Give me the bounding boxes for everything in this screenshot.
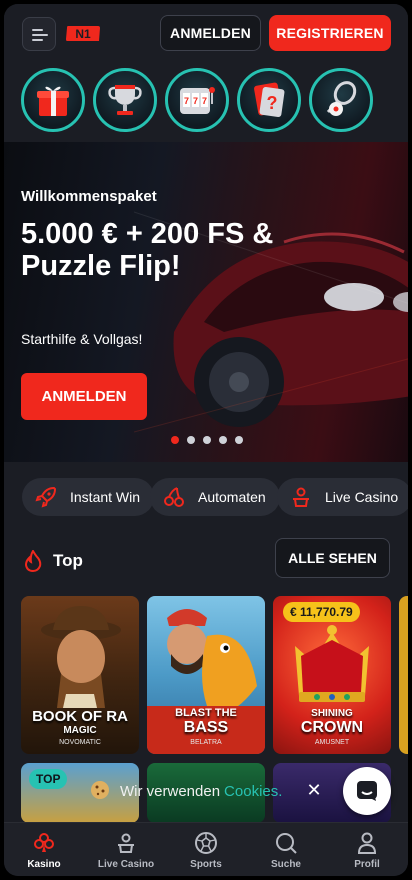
- game-provider: NOVOMATIC: [59, 739, 101, 746]
- hero-kicker: Willkommenspaket: [21, 188, 157, 205]
- game-title: BOOK OF RA: [32, 708, 128, 725]
- carousel-dot[interactable]: [171, 436, 179, 444]
- story-sports[interactable]: [309, 68, 373, 132]
- game-tile-book-of-ra[interactable]: BOOK OF RA MAGIC NOVOMATIC: [21, 596, 139, 754]
- svg-text:?: ?: [267, 93, 278, 113]
- bottom-nav: Kasino Live Casino Sports Suche Profil: [4, 822, 408, 876]
- game-subtitle: BASS: [183, 719, 229, 736]
- carousel-dot[interactable]: [219, 436, 227, 444]
- cookie-icon: [91, 781, 109, 799]
- see-all-button[interactable]: ALLE SEHEN: [275, 538, 390, 578]
- dealer-icon: [293, 487, 309, 507]
- category-automaten[interactable]: Automaten: [150, 478, 280, 516]
- menu-line: [32, 34, 48, 36]
- story-slots[interactable]: 7 7 7: [165, 68, 229, 132]
- category-instant-win[interactable]: Instant Win: [22, 478, 155, 516]
- nav-sports[interactable]: Sports: [176, 823, 236, 876]
- carousel-dots: [171, 436, 243, 444]
- chat-icon: [357, 781, 377, 801]
- cookie-link[interactable]: Cookies.: [224, 783, 282, 800]
- cookie-close-icon[interactable]: ✕: [305, 781, 323, 799]
- flame-icon: [24, 550, 42, 572]
- game-title: SHINING: [311, 708, 353, 719]
- search-icon: [276, 833, 297, 854]
- top-badge: TOP: [29, 769, 68, 789]
- game-subtitle: MAGIC: [63, 725, 97, 736]
- question-card-icon: ?: [254, 82, 285, 118]
- category-live-casino[interactable]: Live Casino: [277, 478, 408, 516]
- story-trophy[interactable]: [93, 68, 157, 132]
- category-label: Live Casino: [325, 489, 399, 505]
- nav-label: Sports: [190, 859, 222, 870]
- game-subtitle: CROWN: [300, 719, 364, 736]
- gift-icon: [37, 86, 69, 116]
- promo-stories: 7 7 7 ?: [4, 62, 408, 142]
- carousel-dot[interactable]: [187, 436, 195, 444]
- register-button[interactable]: REGISTRIEREN: [269, 15, 391, 51]
- nav-label: Kasino: [27, 859, 61, 870]
- hero-cta-button[interactable]: ANMELDEN: [21, 373, 147, 420]
- cookie-notice: Wir verwenden Cookies.: [120, 776, 282, 806]
- game-title: BLAST THE: [175, 707, 237, 719]
- soccer-ball-icon: [195, 832, 217, 854]
- nav-profile[interactable]: Profil: [337, 823, 397, 876]
- svg-text:7: 7: [193, 96, 198, 106]
- hero-title: 5.000 € + 200 FS & Puzzle Flip!: [21, 218, 274, 282]
- nav-label: Suche: [270, 859, 301, 870]
- game-tile-shining-crown[interactable]: € 11,770.79 SHINING CROWN AMUSNET: [273, 596, 391, 754]
- rocket-icon: [35, 486, 57, 508]
- n1-logo[interactable]: N1: [65, 24, 101, 43]
- top-header: N1 ANMELDEN REGISTRIEREN: [4, 4, 408, 62]
- trophy-icon: [108, 85, 142, 115]
- hero-banner[interactable]: Willkommenspaket 5.000 € + 200 FS & Puzz…: [4, 142, 408, 462]
- carousel-dot[interactable]: [203, 436, 211, 444]
- category-label: Instant Win: [70, 489, 141, 505]
- menu-line: [32, 29, 43, 31]
- svg-text:7: 7: [202, 96, 207, 106]
- nav-search[interactable]: Suche: [256, 823, 316, 876]
- app-frame: N1 ANMELDEN REGISTRIEREN 7 7 7 ? Willkom…: [4, 4, 408, 876]
- slot-machine-icon: 7 7 7: [180, 87, 215, 114]
- chat-button[interactable]: [343, 767, 391, 815]
- racket-ball-icon: [326, 81, 357, 116]
- dealer-icon: [118, 833, 134, 853]
- svg-text:7: 7: [184, 96, 189, 106]
- category-label: Automaten: [198, 489, 266, 505]
- user-icon: [357, 832, 377, 854]
- nav-label: Live Casino: [97, 859, 155, 870]
- story-gift[interactable]: [21, 68, 85, 132]
- jackpot-badge: € 11,770.79: [283, 602, 360, 622]
- game-tile-partial[interactable]: [399, 596, 408, 754]
- game-provider: AMUSNET: [314, 739, 350, 746]
- nav-live-casino[interactable]: Live Casino: [90, 823, 162, 876]
- game-tile-blast-the-bass[interactable]: BLAST THE BASS BELATRA: [147, 596, 265, 754]
- cherries-icon: [164, 487, 184, 507]
- nav-label: Profil: [354, 859, 380, 870]
- carousel-dot[interactable]: [235, 436, 243, 444]
- club-icon: [34, 833, 54, 852]
- section-title: Top: [53, 551, 83, 570]
- story-quiz[interactable]: ?: [237, 68, 301, 132]
- category-chips: Instant Win Automaten Live Casino: [4, 474, 408, 520]
- logo-text: N1: [75, 27, 91, 41]
- cookie-text: Wir verwenden: [120, 782, 221, 800]
- menu-button[interactable]: [22, 17, 56, 51]
- login-button[interactable]: ANMELDEN: [160, 15, 261, 51]
- hero-subtitle: Starthilfe & Vollgas!: [21, 331, 143, 347]
- menu-line: [32, 39, 43, 41]
- nav-kasino[interactable]: Kasino: [14, 823, 74, 876]
- game-provider: BELATRA: [190, 739, 222, 746]
